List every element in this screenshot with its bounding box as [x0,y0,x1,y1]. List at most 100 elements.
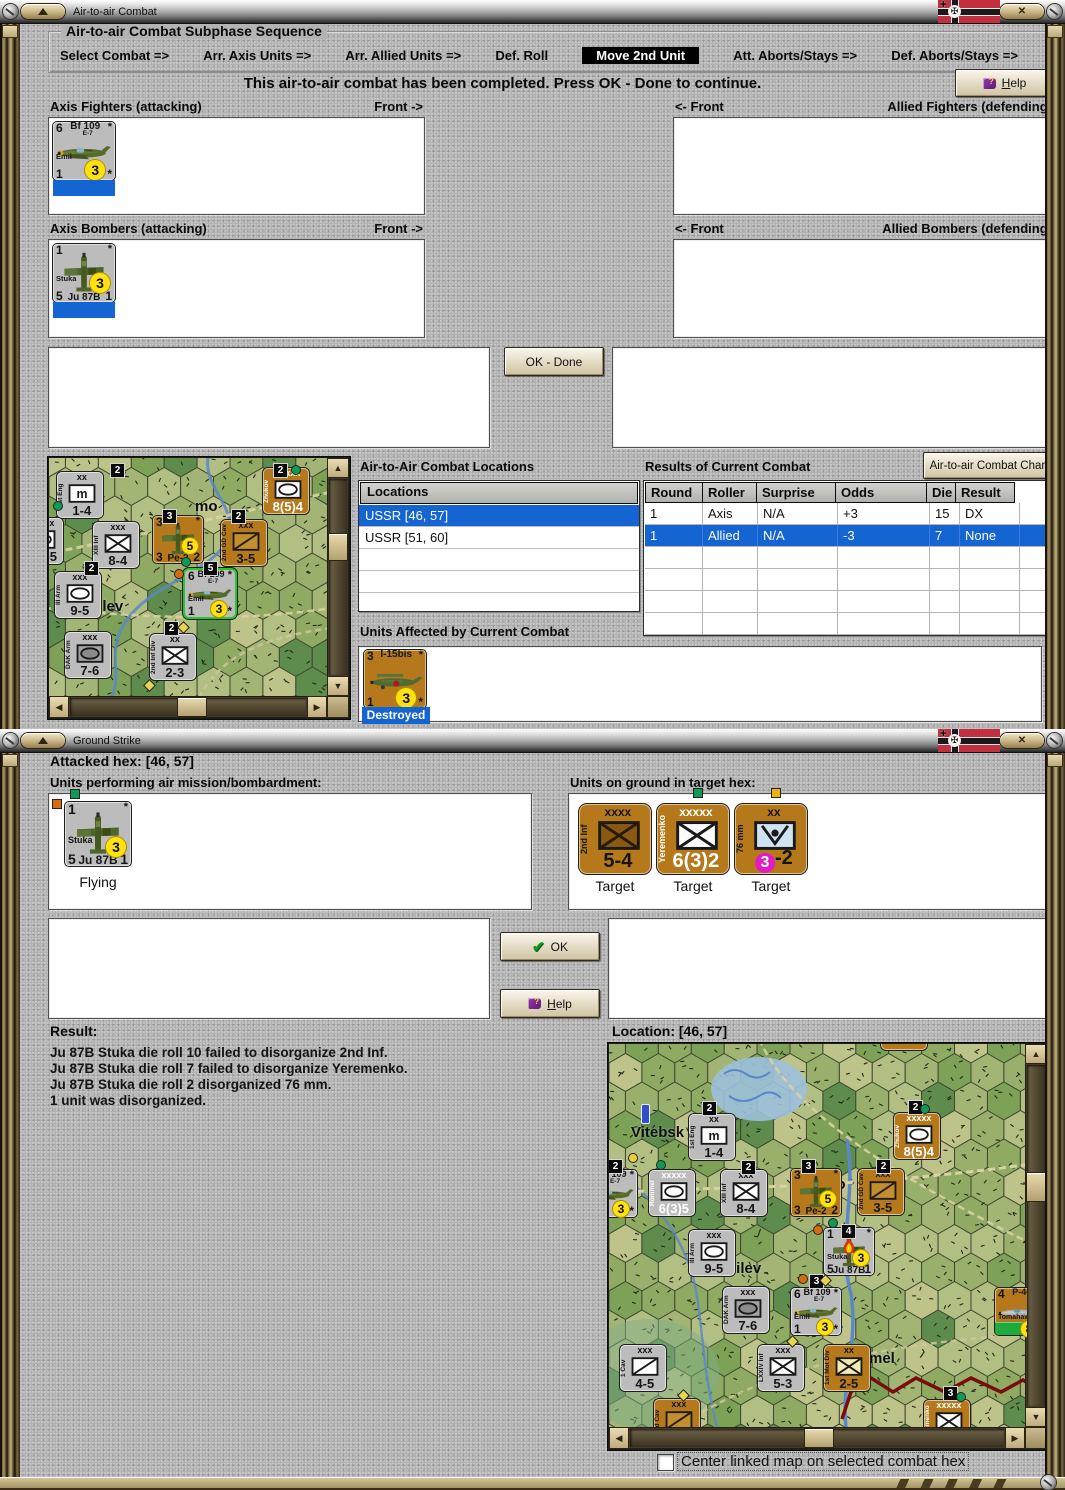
scroll-up-button[interactable]: ▲ [1025,1044,1045,1064]
phase-label[interactable]: Att. Aborts/Stays => [733,48,857,63]
column-header[interactable]: Roller [702,482,757,503]
phase-label[interactable]: Def. Aborts/Stays => [891,48,1018,63]
combat-map[interactable]: gilevmo1st Engxxm1-4Zhukovxxxxx8(5)4Romm… [49,458,327,696]
ground-unit-counter[interactable]: Yeremenko xxxxx 6(3)2 [657,804,729,874]
affected-units-box[interactable]: 3 * I-15bis 1 * 3 Destroyed [358,646,1042,724]
close-button[interactable]: ✕ [1000,4,1044,19]
column-header[interactable]: Die [926,482,956,503]
result-line: Ju 87B Stuka die roll 10 failed to disor… [50,1045,388,1060]
ground-unit-counter[interactable]: III Arm xxx 9-5 [55,572,101,618]
air-unit-counter[interactable]: 6*Bf 109E-7Emil1*3 [53,121,115,181]
axis-bombers-box[interactable]: 1 * Stuka 5 Ju 87B 1 3 [48,239,425,338]
linked-map[interactable]: Vitebskmogilevmel1st Engxxm1-4Zhukovxxxx… [609,1044,1027,1427]
table-row[interactable] [645,591,1045,613]
help-button[interactable]: Help [955,69,1045,97]
list-item[interactable]: USSR [51, 60] [359,527,639,549]
ground-unit-counter[interactable]: LXXIV Inf xxx 5-3 [758,1345,804,1391]
table-row[interactable] [645,547,1045,569]
ground-unit-counter[interactable]: 2nd Inf Div xx 2-3 [150,634,196,680]
combat-chart-button[interactable]: Air-to-air Combat Chart [923,452,1045,479]
table-row[interactable] [645,569,1045,591]
ground-unit-counter[interactable]: Yeremenko xxxxx [924,1400,970,1427]
list-item[interactable] [359,549,639,571]
triangle-icon [38,8,48,15]
ground-unit-counter[interactable]: XIII Inf xxx 8-4 [93,522,139,568]
air-unit-counter[interactable]: 3 * I-15bis 1 * 3 [364,649,426,709]
axis-fighters-box[interactable]: 6 * Bf 109 E-7 Emil 1 * 3 [48,117,425,215]
air-unit-counter[interactable]: 6*Bf 109E-7Emil1*3 [185,569,235,618]
air-unit-counter[interactable]: 3 * 3 Pe-2 2 5 [153,515,203,564]
help-button[interactable]: Help [500,989,600,1018]
locations-list[interactable]: Locations USSR [46, 57] USSR [51, 60] [358,480,640,612]
phase-label[interactable]: Def. Roll [495,48,548,63]
ground-unit-counter[interactable]: 2nd Cav xxx [654,1399,700,1427]
close-button[interactable]: ✕ [1000,733,1044,748]
ground-unit-counter[interactable]: 1st Mot Div xx 2-5 [824,1345,870,1391]
air-unit-counter[interactable]: 6*Bf 109E-7Emil1*3 [791,1287,841,1336]
list-item[interactable] [359,571,639,593]
results-table[interactable]: Round Roller Surprise Odds Die Result 1 Axis N/… [643,480,1045,636]
scroll-up-button[interactable]: ▲ [327,458,349,478]
column-header[interactable]: Round [645,482,703,503]
scroll-thumb[interactable] [329,534,347,560]
map-horizontal-scrollbar[interactable]: ◀ ▶ [609,1427,1025,1449]
ground-unit-counter[interactable] [881,1044,927,1050]
phase-label[interactable]: Move 2nd Unit [582,46,700,64]
allied-bombers-box[interactable] [673,239,1045,338]
ground-unit-counter[interactable]: DAK Arm xxx 7-6 [65,632,111,678]
map-horizontal-scrollbar[interactable]: ◀ ▶ [49,696,327,718]
scroll-down-button[interactable]: ▼ [327,676,349,696]
system-menu-button[interactable] [21,4,65,19]
column-header[interactable]: Result [955,482,1015,503]
ground-unit-counter[interactable]: 1st Eng xx m 1-4 [57,472,103,518]
list-item[interactable] [359,593,639,611]
air-unit-counter[interactable]: 1 * Stuka 5 Ju 87B 1 3 [53,243,115,303]
ground-unit-counter[interactable]: DAK Arm xxx 7-6 [723,1287,769,1333]
air-unit-counter[interactable]: 6*Bf 109E-7Emil1*3 [609,1169,637,1218]
ok-done-button[interactable]: OK - Done [504,347,604,376]
scroll-thumb[interactable] [805,1429,833,1447]
system-menu-button[interactable] [21,733,65,748]
table-row[interactable]: 1 Axis N/A +3 15 DX [645,503,1045,525]
map-vertical-scrollbar[interactable]: ▲ ▼ [327,458,349,696]
ground-unit-counter[interactable]: Rommelxxxxx6(3)5 [649,1170,695,1216]
ground-unit-counter[interactable]: 1 Cav xxx 4-5 [620,1345,666,1391]
table-row[interactable] [645,613,1045,635]
titlebar[interactable]: Air-to-air Combat ✠ ✚ ✕ [0,0,1065,24]
ground-unit-counter[interactable]: 1st Eng xx m 1-4 [689,1114,735,1160]
ground-unit-counter[interactable]: 76 mm xx 3 -2 [735,804,807,874]
column-header[interactable]: Odds [835,482,927,503]
ground-unit-counter[interactable]: 2nd GD Cav xxx 3-5 [221,520,267,566]
scroll-thumb[interactable] [178,698,206,716]
column-header[interactable]: Surprise [756,482,836,503]
location-label: Location: [46, 57] [612,1023,728,1039]
air-unit-counter[interactable]: 3 * 3 Pe-2 2 5 [791,1168,841,1217]
scroll-down-button[interactable]: ▼ [1025,1407,1045,1427]
phase-label[interactable]: Arr. Allied Units => [345,48,461,63]
air-unit-counter[interactable]: 1 * Stuka 5 Ju 87B 1 3 [65,801,131,867]
map-vertical-scrollbar[interactable]: ▲ ▼ [1025,1044,1045,1427]
ground-unit-counter[interactable]: Zhukov xxxxx 8(5)4 [894,1113,940,1159]
scroll-thumb[interactable] [1027,1173,1045,1201]
ground-unit-counter[interactable]: XIII Inf xxx 8-4 [721,1170,767,1216]
table-row[interactable]: 1 Allied N/A -3 7 None [645,525,1045,547]
phase-label[interactable]: Select Combat => [60,48,169,63]
ground-unit-counter[interactable]: 2nd GD Cav xxx 3-5 [858,1169,904,1215]
titlebar[interactable]: Ground Strike ✠ ✚ ✕ [0,729,1065,753]
list-item[interactable]: USSR [46, 57] [359,505,639,527]
scroll-left-button[interactable]: ◀ [609,1427,629,1449]
ground-unit-counter[interactable]: Rommelxxxxx6(3)5 [49,518,63,564]
allied-fighters-box[interactable] [673,117,1045,215]
performing-units-box[interactable]: 1 * Stuka 5 Ju 87B 1 3 Flying [48,790,532,910]
ground-units-box[interactable]: 2nd Inf xxxx 5-4 Target Yeremenko xxxxx 6(3)2 T… [568,789,1045,910]
scroll-right-button[interactable]: ▶ [307,696,327,718]
ground-unit-counter[interactable]: 2nd Inf xxxx 5-4 [579,804,651,874]
phase-label[interactable]: Arr. Axis Units => [203,48,311,63]
scroll-right-button[interactable]: ▶ [1005,1427,1025,1449]
scroll-left-button[interactable]: ◀ [49,696,69,718]
ground-unit-counter[interactable]: III Arm xxx 9-5 [689,1230,735,1276]
center-map-checkbox[interactable] [657,1454,674,1471]
air-unit-counter[interactable]: 4P-40CTomahawk8 [995,1287,1027,1337]
center-map-checkbox-label[interactable]: Center linked map on selected combat hex [677,1452,970,1471]
ok-button[interactable]: ✔ OK [500,932,600,961]
